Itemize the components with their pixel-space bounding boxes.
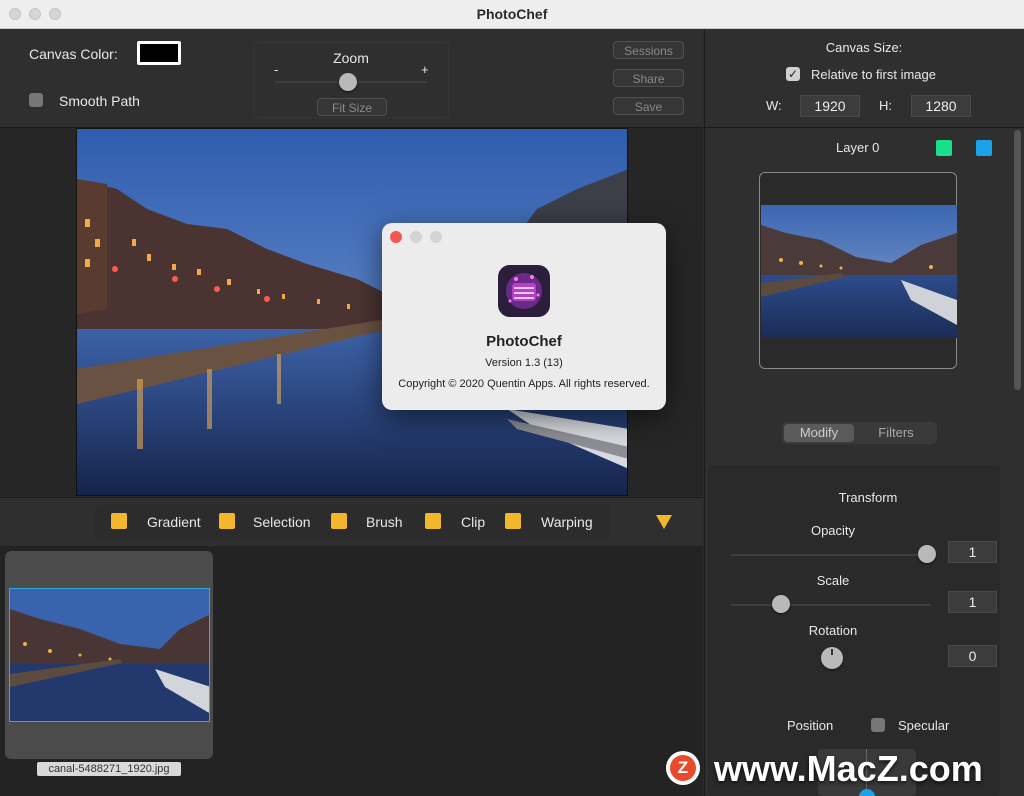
about-dialog: PhotoChef Version 1.3 (13) Copyright © 2… [382,223,666,410]
layer-name: Layer 0 [836,140,880,155]
transform-title: Transform [838,490,898,505]
inspector-divider [704,127,1024,128]
zoom-in-label: + [421,62,429,77]
position-label: Position [787,718,834,733]
opacity-label: Opacity [810,523,856,538]
opacity-slider-track[interactable] [731,554,931,556]
tab-filters[interactable]: Filters [860,424,932,442]
dialog-minimize-button [410,231,422,243]
app-icon [498,265,550,317]
share-button[interactable]: Share [613,69,684,87]
tool-label-selection[interactable]: Selection [253,514,311,530]
dialog-close-button[interactable] [390,231,402,243]
specular-label: Specular [898,718,950,733]
canvas-size-title: Canvas Size: [825,40,903,55]
height-field[interactable]: 1280 [911,95,971,117]
file-thumbnail-image[interactable] [9,588,210,722]
watermark-logo: Z [666,751,700,785]
scale-slider-track[interactable] [731,604,931,606]
smooth-path-label: Smooth Path [59,93,140,109]
zoom-out-label: - [274,62,279,77]
tool-label-warping[interactable]: Warping [541,514,593,530]
specular-checkbox[interactable] [871,718,885,732]
rotation-label: Rotation [808,623,858,638]
brush-tool-icon[interactable] [331,513,347,529]
relative-label: Relative to first image [811,67,936,82]
watermark-text: www.MacZ.com [714,748,983,789]
layer-color-swatch-blue[interactable] [976,140,992,156]
layer-preview-image [761,205,957,338]
zoom-label: Zoom [333,50,369,66]
about-version: Version 1.3 (13) [485,357,563,369]
warping-tool-icon[interactable] [505,513,521,529]
zoom-slider-knob[interactable] [339,73,357,91]
height-label: H: [879,98,892,113]
clip-tool-icon[interactable] [425,513,441,529]
smooth-path-checkbox[interactable] [29,93,43,107]
width-field[interactable]: 1920 [800,95,860,117]
relative-checkbox[interactable]: ✓ [786,67,800,81]
canvas-color-label: Canvas Color: [29,46,118,62]
expand-tools-triangle-icon[interactable] [656,515,672,529]
fit-size-button[interactable]: Fit Size [317,98,387,116]
watermark-badge: Z [670,755,696,781]
file-name-label: canal-5488271_1920.jpg [37,762,181,776]
scale-field[interactable]: 1 [948,591,997,613]
rotation-field[interactable]: 0 [948,645,997,667]
tool-label-clip[interactable]: Clip [461,514,485,530]
tab-modify[interactable]: Modify [784,424,854,442]
about-app-name: PhotoChef [486,333,562,350]
save-button[interactable]: Save [613,97,684,115]
opacity-field[interactable]: 1 [948,541,997,563]
scale-slider-knob[interactable] [772,595,790,613]
canvas-color-well[interactable] [137,41,181,65]
opacity-slider-knob[interactable] [918,545,936,563]
inspector-scrollbar[interactable] [1014,130,1021,390]
scale-label: Scale [816,573,850,588]
window-title: PhotoChef [476,6,548,22]
tool-label-gradient[interactable]: Gradient [147,514,201,530]
selection-tool-icon[interactable] [219,513,235,529]
sessions-button[interactable]: Sessions [613,41,684,59]
gradient-tool-icon[interactable] [111,513,127,529]
rotation-dial[interactable] [821,647,843,669]
tool-label-brush[interactable]: Brush [366,514,403,530]
dialog-zoom-button [430,231,442,243]
about-copyright: Copyright © 2020 Quentin Apps. All right… [398,378,650,390]
canvas-color-swatch [140,44,178,62]
width-label: W: [766,98,782,113]
layer-color-swatch-green[interactable] [936,140,952,156]
